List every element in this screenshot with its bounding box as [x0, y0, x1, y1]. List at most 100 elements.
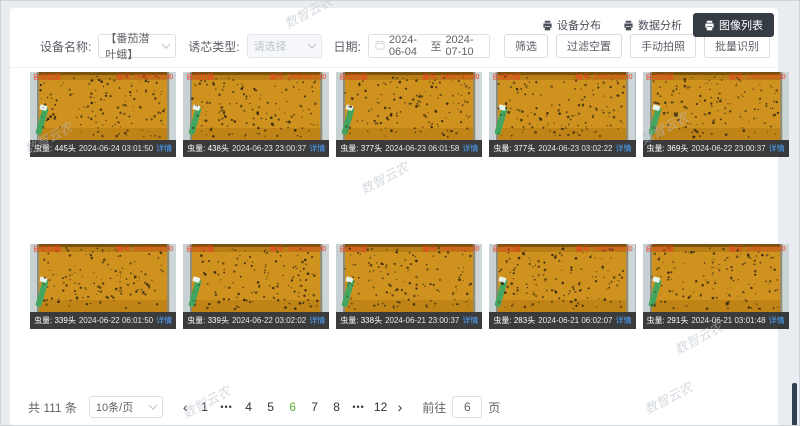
trap-photo: 自动拍摄 编号: 2406100230	[30, 72, 176, 140]
detail-link[interactable]: 详情	[156, 143, 172, 154]
trap-photo-image	[30, 72, 176, 140]
capture-time: 2024-06-22 06:01:50	[79, 316, 153, 325]
detail-link[interactable]: 详情	[616, 143, 632, 154]
trap-image-card[interactable]: 自动拍摄 编号: 2406100230 虫量: 377头 2024-06-23 …	[336, 72, 482, 157]
insect-count: 虫量: 369头	[647, 143, 689, 154]
scrollbar-track[interactable]	[792, 0, 797, 426]
trap-image-card[interactable]: 自动拍摄 编号: 2406100230 虫量: 339头 2024-06-22 …	[183, 244, 329, 329]
trap-image-card[interactable]: 自动拍摄 编号: 2406100230 虫量: 291头 2024-06-21 …	[643, 244, 789, 329]
device-distribution-button[interactable]: 设备分布	[531, 13, 612, 37]
view-button-label: 数据分析	[638, 17, 682, 33]
trap-photo-image	[336, 72, 482, 140]
detail-link[interactable]: 详情	[309, 143, 325, 154]
capture-mode-label: 自动拍摄	[186, 74, 214, 82]
capture-mode-label: 自动拍摄	[339, 246, 367, 254]
insect-count: 虫量: 339头	[187, 315, 229, 326]
device-number-label: 编号: 2406100230	[729, 74, 786, 82]
detail-link[interactable]: 详情	[309, 315, 325, 326]
card-info-bar: 虫量: 445头 2024-06-24 03:01:50 详情	[30, 140, 176, 157]
data-analysis-button[interactable]: 数据分析	[612, 13, 693, 37]
filter-button[interactable]: 筛选	[504, 34, 548, 58]
printer-icon	[542, 20, 553, 31]
goto-page-input[interactable]	[452, 396, 482, 418]
device-name-label: 设备名称:	[40, 38, 91, 55]
trap-photo: 自动拍摄 编号: 2406100230	[489, 244, 635, 312]
prev-page-button[interactable]: ‹	[177, 399, 194, 415]
trap-photo: 自动拍摄 编号: 2406100230	[643, 244, 789, 312]
printer-icon	[623, 20, 634, 31]
capture-mode-label: 自动拍摄	[646, 246, 674, 254]
page-number-button[interactable]: 5	[260, 400, 282, 414]
capture-time: 2024-06-22 23:00:37	[691, 144, 765, 153]
device-number-label: 编号: 2406100230	[729, 246, 786, 254]
card-info-bar: 虫量: 369头 2024-06-22 23:00:37 详情	[643, 140, 789, 157]
scrollbar-thumb[interactable]	[792, 383, 797, 426]
lure-type-label: 诱芯类型:	[188, 38, 239, 55]
insect-count: 虫量: 377头	[493, 143, 535, 154]
trap-photo: 自动拍摄 编号: 2406100230	[183, 72, 329, 140]
main-panel: 设备分布 数据分析 图像列表 设备名称: 【番茄潜叶蛾】 诱芯类型: 请选择 日…	[10, 8, 778, 426]
page-number-button[interactable]: 8	[326, 400, 348, 414]
trap-photo-image	[489, 244, 635, 312]
capture-time: 2024-06-23 03:02:22	[538, 144, 612, 153]
card-info-bar: 虫量: 339头 2024-06-22 06:01:50 详情	[30, 312, 176, 329]
detail-link[interactable]: 详情	[156, 315, 172, 326]
date-range-input[interactable]: 2024-06-04 至 2024-07-10	[368, 34, 490, 58]
trap-photo-image	[183, 244, 329, 312]
trap-image-card[interactable]: 自动拍摄 编号: 2406100230 虫量: 338头 2024-06-21 …	[336, 244, 482, 329]
card-info-bar: 虫量: 291头 2024-06-21 03:01:48 详情	[643, 312, 789, 329]
capture-time: 2024-06-21 06:02:07	[538, 316, 612, 325]
detail-link[interactable]: 详情	[769, 143, 785, 154]
detail-link[interactable]: 详情	[462, 143, 478, 154]
device-number-label: 编号: 2406100230	[269, 246, 326, 254]
detail-link[interactable]: 详情	[769, 315, 785, 326]
pagination: 共 111 条 10条/页 ‹ 1•••45678•••12 › 前往 页	[28, 396, 500, 418]
trap-photo: 自动拍摄 编号: 2406100230	[336, 244, 482, 312]
device-number-label: 编号: 2406100230	[576, 246, 633, 254]
capture-time: 2024-06-23 23:00:37	[232, 144, 306, 153]
trap-photo-image	[336, 244, 482, 312]
capture-time: 2024-06-22 03:02:02	[232, 316, 306, 325]
trap-image-card[interactable]: 自动拍摄 编号: 2406100230 虫量: 438头 2024-06-23 …	[183, 72, 329, 157]
device-select[interactable]: 【番茄潜叶蛾】	[98, 34, 176, 58]
insect-count: 虫量: 339头	[34, 315, 76, 326]
detail-link[interactable]: 详情	[616, 315, 632, 326]
trap-image-card[interactable]: 自动拍摄 编号: 2406100230 虫量: 369头 2024-06-22 …	[643, 72, 789, 157]
capture-mode-label: 自动拍摄	[339, 74, 367, 82]
capture-mode-label: 自动拍摄	[492, 246, 520, 254]
trap-image-card[interactable]: 自动拍摄 编号: 2406100230 虫量: 339头 2024-06-22 …	[30, 244, 176, 329]
page-number-button[interactable]: 4	[238, 400, 260, 414]
trap-photo: 自动拍摄 编号: 2406100230	[30, 244, 176, 312]
capture-mode-label: 自动拍摄	[33, 246, 61, 254]
next-page-button[interactable]: ›	[392, 399, 409, 415]
page-number-button[interactable]: 6	[282, 400, 304, 414]
trap-image-card[interactable]: 自动拍摄 编号: 2406100230 虫量: 377头 2024-06-23 …	[489, 72, 635, 157]
batch-recognize-button[interactable]: 批量识别	[704, 34, 770, 58]
page-number-button[interactable]: 7	[304, 400, 326, 414]
trap-photo-image	[30, 244, 176, 312]
capture-time: 2024-06-24 03:01:50	[79, 144, 153, 153]
card-info-bar: 虫量: 338头 2024-06-21 23:00:37 详情	[336, 312, 482, 329]
page-number-button[interactable]: 12	[370, 400, 392, 414]
page-size-select[interactable]: 10条/页	[89, 396, 163, 418]
date-end-value: 2024-07-10	[445, 34, 483, 58]
manual-photo-button[interactable]: 手动拍照	[630, 34, 696, 58]
lure-select-placeholder: 请选择	[254, 38, 287, 54]
insect-count: 虫量: 438头	[187, 143, 229, 154]
trap-image-card[interactable]: 自动拍摄 编号: 2406100230 虫量: 283头 2024-06-21 …	[489, 244, 635, 329]
card-info-bar: 虫量: 283头 2024-06-21 06:02:07 详情	[489, 312, 635, 329]
insect-count: 虫量: 283头	[493, 315, 535, 326]
card-info-bar: 虫量: 339头 2024-06-22 03:02:02 详情	[183, 312, 329, 329]
trap-image-card[interactable]: 自动拍摄 编号: 2406100230 虫量: 445头 2024-06-24 …	[30, 72, 176, 157]
page-number-button[interactable]: 1	[194, 400, 216, 414]
chevron-down-icon	[162, 40, 170, 48]
filter-empty-button[interactable]: 过滤空置	[556, 34, 622, 58]
page-size-value: 10条/页	[96, 399, 133, 415]
image-list-button[interactable]: 图像列表	[693, 13, 774, 37]
page-ellipsis: •••	[348, 402, 370, 412]
lure-type-select[interactable]: 请选择	[247, 34, 322, 58]
trap-photo-image	[643, 244, 789, 312]
device-number-label: 编号: 2406100230	[116, 74, 173, 82]
detail-link[interactable]: 详情	[462, 315, 478, 326]
goto-suffix: 页	[488, 399, 500, 416]
